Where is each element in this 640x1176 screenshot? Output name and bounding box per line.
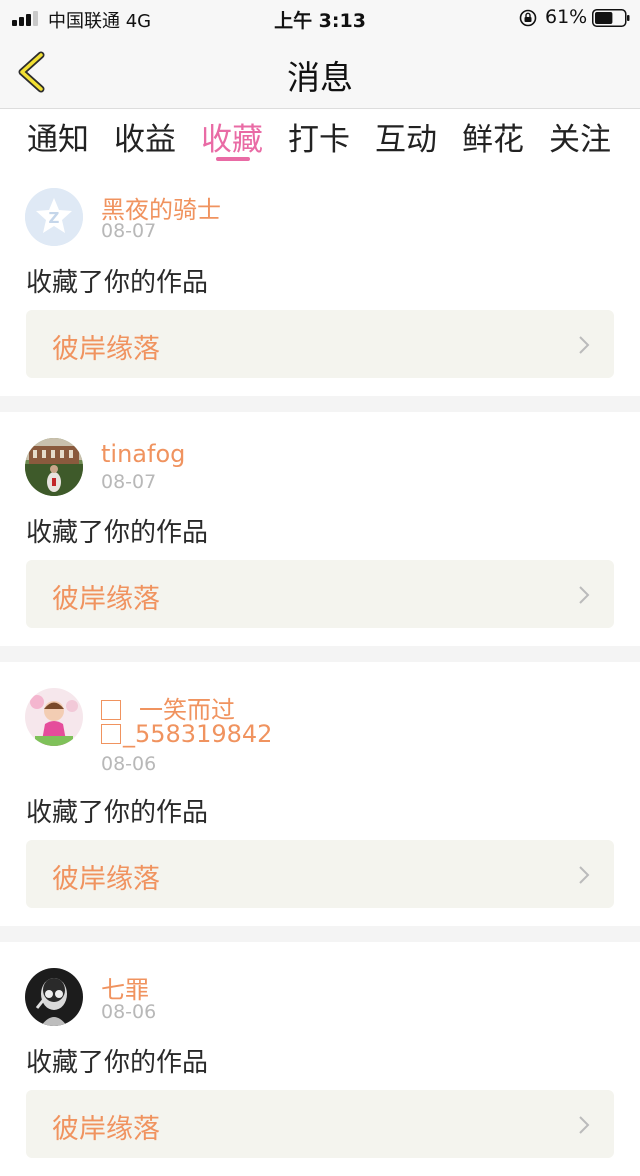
tab-interactions[interactable]: 互动	[366, 114, 446, 159]
default-avatar-icon: Z	[25, 188, 83, 246]
timestamp: 08-06	[101, 1001, 157, 1023]
battery-percent: 61%	[545, 6, 588, 28]
action-text: 收藏了你的作品	[26, 268, 209, 298]
divider	[0, 646, 640, 662]
username[interactable]: 七罪	[101, 970, 149, 1005]
timestamp: 08-06	[101, 753, 157, 775]
work-link[interactable]: 彼岸缘落	[26, 310, 614, 378]
page-title: 消息	[287, 58, 353, 97]
work-title: 彼岸缘落	[52, 864, 160, 895]
user-photo-icon	[25, 438, 83, 496]
avatar[interactable]	[25, 688, 83, 746]
chevron-right-icon	[579, 866, 590, 884]
avatar[interactable]: Z	[25, 188, 83, 246]
clock: 上午 3:13	[274, 10, 366, 32]
work-link[interactable]: 彼岸缘落	[26, 1090, 614, 1158]
nav-bar: 消息	[0, 36, 640, 109]
timestamp: 08-07	[101, 471, 157, 493]
tab-notifications[interactable]: 通知	[18, 114, 98, 159]
username-continued[interactable]: _558319842	[101, 720, 272, 748]
rotation-lock-icon	[519, 9, 537, 27]
missing-glyph-icon	[101, 724, 121, 744]
avatar[interactable]	[25, 438, 83, 496]
work-link[interactable]: 彼岸缘落	[26, 560, 614, 628]
username[interactable]: tinafog	[101, 440, 185, 468]
user-photo-icon	[25, 968, 83, 1026]
tab-earnings[interactable]: 收益	[105, 114, 185, 159]
list-item: Z 黑夜的骑士 08-07 收藏了你的作品 彼岸缘落	[0, 162, 640, 396]
chevron-right-icon	[579, 1116, 590, 1134]
tab-bar: 通知 收益 收藏 打卡 互动 鲜花 关注	[0, 110, 640, 162]
chevron-right-icon	[579, 586, 590, 604]
avatar[interactable]	[25, 968, 83, 1026]
work-link[interactable]: 彼岸缘落	[26, 840, 614, 908]
timestamp: 08-07	[101, 220, 157, 242]
user-photo-icon	[25, 688, 83, 746]
action-text: 收藏了你的作品	[26, 1048, 209, 1078]
tab-checkin[interactable]: 打卡	[279, 114, 359, 159]
list-item: 一笑而过 _558319842 08-06 收藏了你的作品 彼岸缘落	[0, 662, 640, 926]
missing-glyph-icon	[101, 700, 121, 720]
list-item: 七罪 08-06 收藏了你的作品 彼岸缘落	[0, 942, 640, 1176]
work-title: 彼岸缘落	[52, 1114, 160, 1145]
divider	[0, 926, 640, 942]
svg-text:Z: Z	[49, 209, 60, 227]
tab-favorites[interactable]: 收藏	[192, 114, 272, 159]
active-tab-indicator	[216, 157, 250, 161]
favorites-list: Z 黑夜的骑士 08-07 收藏了你的作品 彼岸缘落 tinafog 08-07…	[0, 162, 640, 1176]
tab-flowers[interactable]: 鲜花	[453, 114, 533, 159]
list-item: tinafog 08-07 收藏了你的作品 彼岸缘落	[0, 412, 640, 646]
work-title: 彼岸缘落	[52, 334, 160, 365]
divider	[0, 396, 640, 412]
battery-icon	[592, 9, 630, 27]
action-text: 收藏了你的作品	[26, 518, 209, 548]
action-text: 收藏了你的作品	[26, 798, 209, 828]
chevron-right-icon	[579, 336, 590, 354]
tab-following[interactable]: 关注	[540, 114, 620, 159]
status-bar: 中国联通 4G 上午 3:13 61%	[0, 0, 640, 36]
work-title: 彼岸缘落	[52, 584, 160, 615]
